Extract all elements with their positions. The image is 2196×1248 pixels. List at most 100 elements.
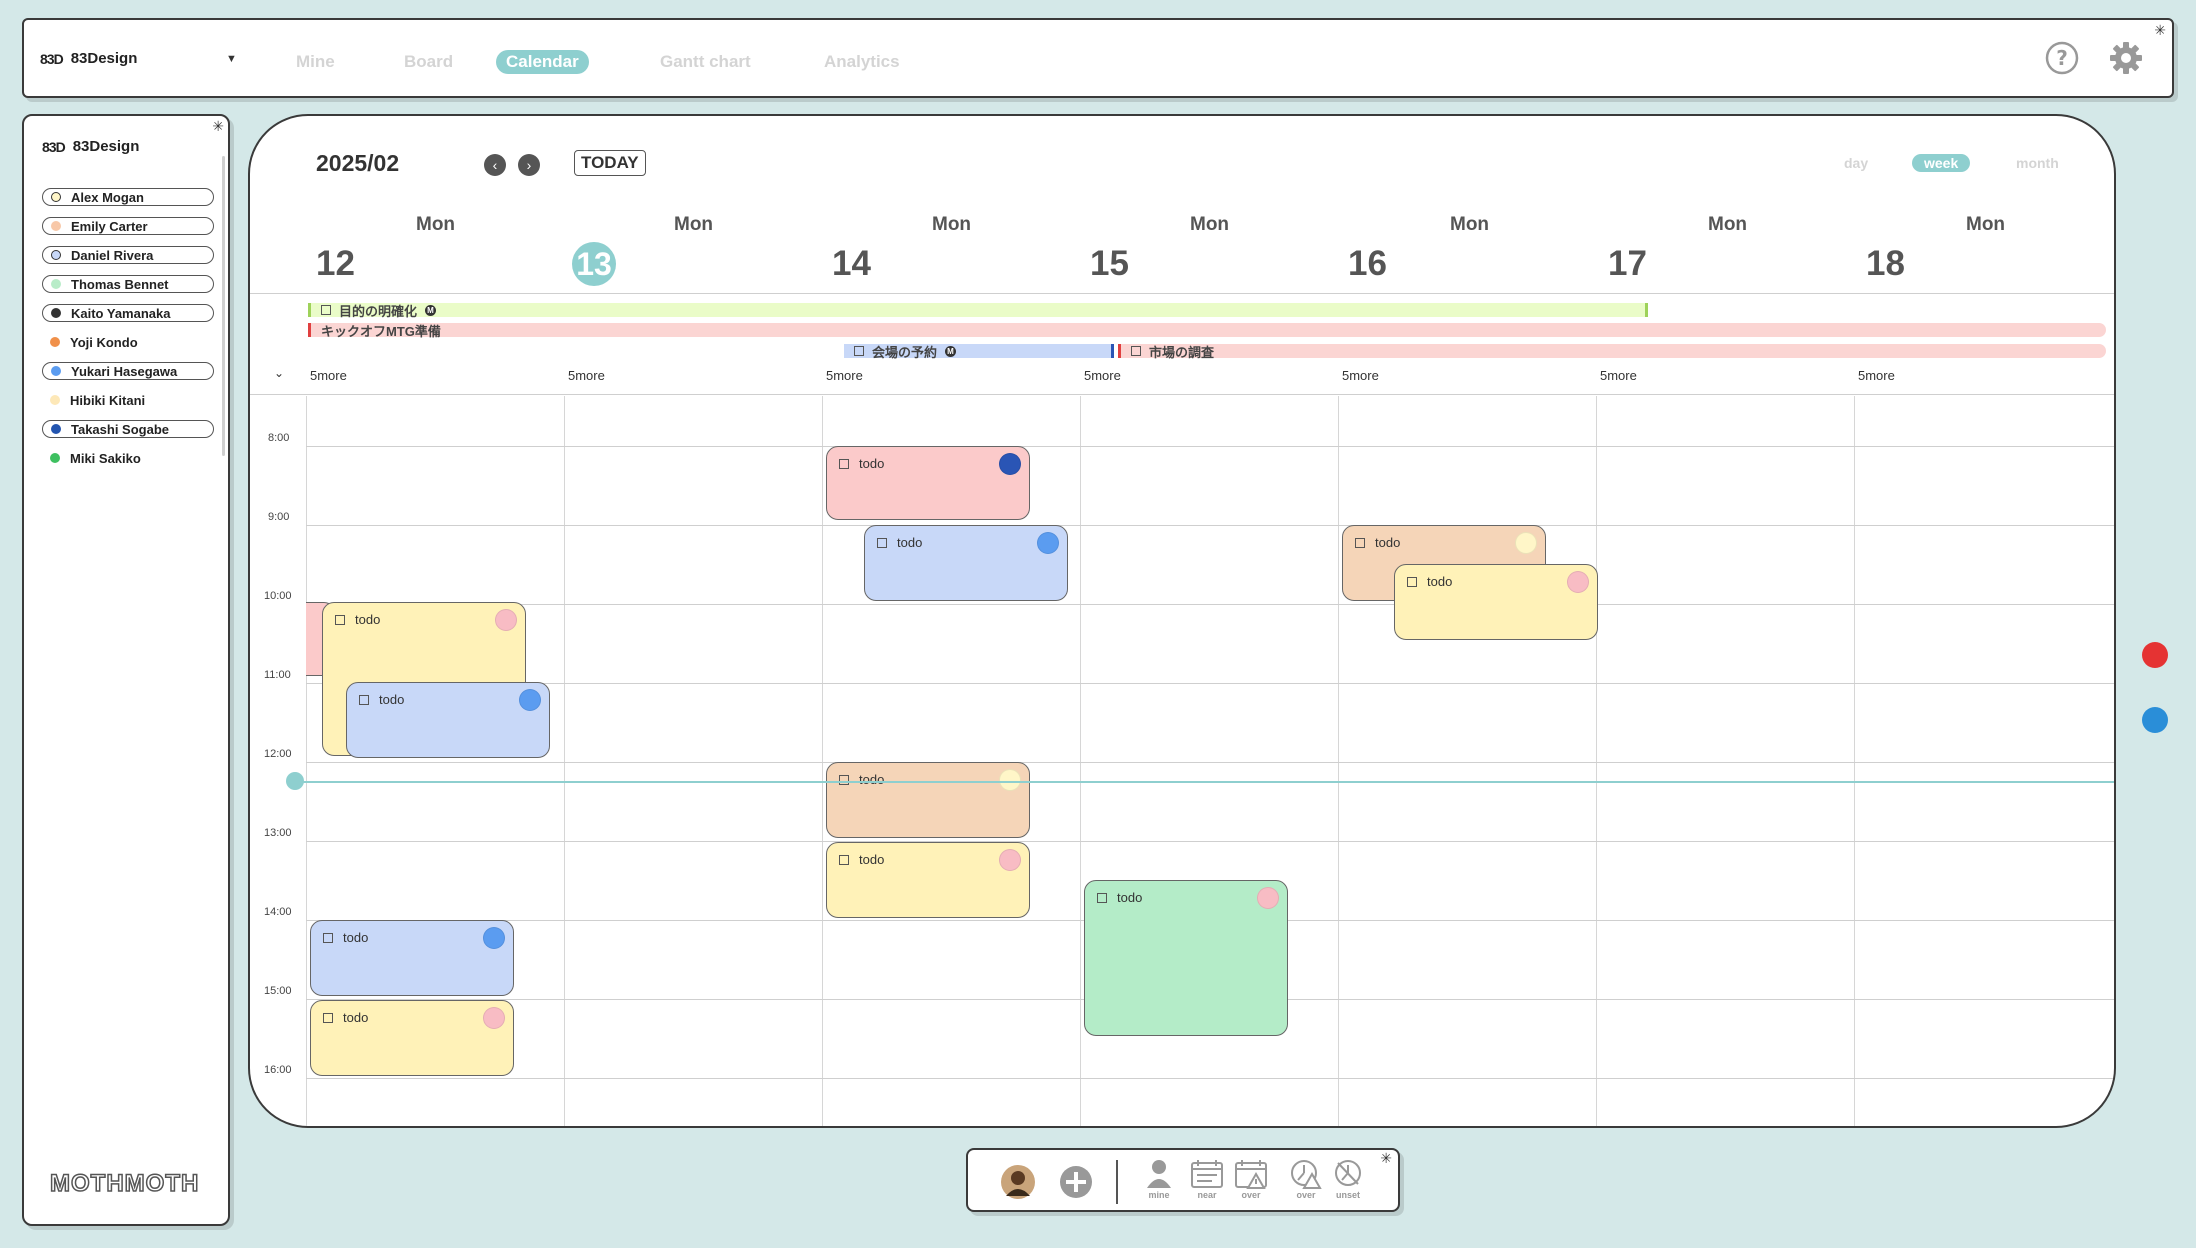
more-link[interactable]: 5more <box>1084 368 1121 383</box>
time-label: 11:00 <box>264 669 291 681</box>
event-checkbox[interactable] <box>1355 537 1365 548</box>
event-card[interactable]: todo <box>826 762 1030 838</box>
view-month[interactable]: month <box>2004 154 2071 172</box>
event-card[interactable]: todo <box>310 920 514 996</box>
event-checkbox[interactable] <box>839 854 849 865</box>
view-week[interactable]: week <box>1912 154 1971 172</box>
more-link[interactable]: 5more <box>1858 368 1895 383</box>
member-color-dot <box>51 279 61 289</box>
tab-gantt-chart[interactable]: Gantt chart <box>650 50 761 74</box>
event-card[interactable]: todo <box>310 1000 514 1076</box>
more-link[interactable]: 5more <box>826 368 863 383</box>
member-miki-sakiko[interactable]: Miki Sakiko <box>42 449 214 467</box>
day-of-week: Mon <box>1450 214 1490 235</box>
event-title: 目的の明確化 <box>339 303 418 319</box>
tab-board[interactable]: Board <box>394 50 463 74</box>
time-label: 12:00 <box>264 748 292 760</box>
event-checkbox[interactable] <box>1131 346 1141 356</box>
filter-mine-button[interactable]: mine <box>1144 1158 1174 1200</box>
filter-near-button[interactable]: near <box>1190 1158 1224 1200</box>
event-card[interactable]: todo <box>826 842 1030 918</box>
event-card[interactable]: todo <box>1084 880 1288 1036</box>
view-day[interactable]: day <box>1832 154 1880 172</box>
member-kaito-yamanaka[interactable]: Kaito Yamanaka <box>42 304 214 322</box>
event-checkbox[interactable] <box>877 537 887 548</box>
member-yoji-kondo[interactable]: Yoji Kondo <box>42 333 214 351</box>
workspace-switcher[interactable]: 83D 83Design <box>40 50 137 67</box>
time-label: 13:00 <box>264 827 292 839</box>
event-checkbox[interactable] <box>854 346 864 356</box>
pin-icon[interactable]: ✳ <box>2154 22 2166 39</box>
filter-unset-button[interactable]: unset <box>1332 1158 1364 1200</box>
chevron-down-icon[interactable]: ▼ <box>226 53 237 65</box>
member-takashi-sogabe[interactable]: Takashi Sogabe <box>42 420 214 438</box>
help-icon[interactable]: ? <box>2044 40 2080 76</box>
event-checkbox[interactable] <box>1097 892 1107 903</box>
assignee-dot <box>999 453 1021 475</box>
member-alex-mogan[interactable]: Alex Mogan <box>42 188 214 206</box>
toolbar-label: over <box>1296 1190 1316 1200</box>
time-label: 8:00 <box>268 432 290 444</box>
more-link[interactable]: 5more <box>568 368 605 383</box>
hour-line <box>306 762 2114 763</box>
status-dot-red[interactable] <box>2142 642 2168 668</box>
allday-event-goal[interactable]: 目的の明確化 M <box>308 303 1648 319</box>
day-number[interactable]: 12 <box>316 244 355 284</box>
time-label: 14:00 <box>264 906 292 918</box>
event-checkbox[interactable] <box>1407 576 1417 587</box>
event-card[interactable]: todo <box>346 682 550 758</box>
more-link[interactable]: 5more <box>310 368 347 383</box>
day-number[interactable]: 14 <box>832 244 871 284</box>
next-week-button[interactable]: › <box>518 154 540 176</box>
day-of-week: Mon <box>416 214 456 235</box>
sidebar-scrollbar[interactable] <box>222 156 225 456</box>
day-of-week: Mon <box>1708 214 1748 235</box>
event-card[interactable]: todo <box>864 525 1068 601</box>
event-checkbox[interactable] <box>359 694 369 705</box>
tab-mine[interactable]: Mine <box>286 50 345 74</box>
prev-week-button[interactable]: ‹ <box>484 154 506 176</box>
day-number[interactable]: 15 <box>1090 244 1129 284</box>
hour-line <box>306 841 2114 842</box>
event-checkbox[interactable] <box>321 305 331 315</box>
gear-icon[interactable] <box>2108 40 2144 76</box>
more-link[interactable]: 5more <box>1600 368 1637 383</box>
allday-event-venue[interactable]: 会場の予約 M <box>844 344 1114 360</box>
day-number[interactable]: 17 <box>1608 244 1647 284</box>
allday-event-market[interactable]: 市場の調査 <box>1118 344 2106 360</box>
event-checkbox[interactable] <box>839 458 849 469</box>
event-checkbox[interactable] <box>323 1012 333 1023</box>
member-daniel-rivera[interactable]: Daniel Rivera <box>42 246 214 264</box>
status-dot-blue[interactable] <box>2142 707 2168 733</box>
event-card[interactable]: todo <box>1394 564 1598 640</box>
event-checkbox[interactable] <box>839 774 849 785</box>
more-link[interactable]: 5more <box>1342 368 1379 383</box>
collapse-icon[interactable]: ⌄ <box>274 366 284 380</box>
today-button[interactable]: TODAY <box>574 150 646 176</box>
event-card[interactable]: todo <box>826 446 1030 520</box>
member-yukari-hasegawa[interactable]: Yukari Hasegawa <box>42 362 214 380</box>
event-checkbox[interactable] <box>335 614 345 625</box>
pin-icon[interactable]: ✳ <box>212 118 224 135</box>
pin-icon[interactable]: ✳ <box>1380 1150 1392 1167</box>
sidebar-title: 83Design <box>72 138 140 155</box>
workspace-logo: 83D <box>40 50 64 67</box>
tab-calendar[interactable]: Calendar <box>496 50 589 74</box>
hour-line <box>306 604 2114 605</box>
filter-overdue-button[interactable]: over <box>1234 1158 1268 1200</box>
day-number[interactable]: 16 <box>1348 244 1387 284</box>
member-thomas-bennet[interactable]: Thomas Bennet <box>42 275 214 293</box>
member-hibiki-kitani[interactable]: Hibiki Kitani <box>42 391 214 409</box>
event-checkbox[interactable] <box>323 932 333 943</box>
day-number-today[interactable]: 13 <box>572 242 616 286</box>
avatar[interactable] <box>1000 1164 1036 1200</box>
member-emily-carter[interactable]: Emily Carter <box>42 217 214 235</box>
add-icon[interactable] <box>1058 1164 1094 1200</box>
day-number[interactable]: 18 <box>1866 244 1905 284</box>
sidebar-workspace: 83D 83Design <box>42 138 139 155</box>
member-name: Yukari Hasegawa <box>71 363 178 379</box>
tab-analytics[interactable]: Analytics <box>814 50 910 74</box>
filter-over-button[interactable]: over <box>1290 1158 1322 1200</box>
member-name: Alex Mogan <box>71 189 144 205</box>
allday-event-kickoff[interactable]: キックオフMTG準備 <box>308 323 2106 339</box>
